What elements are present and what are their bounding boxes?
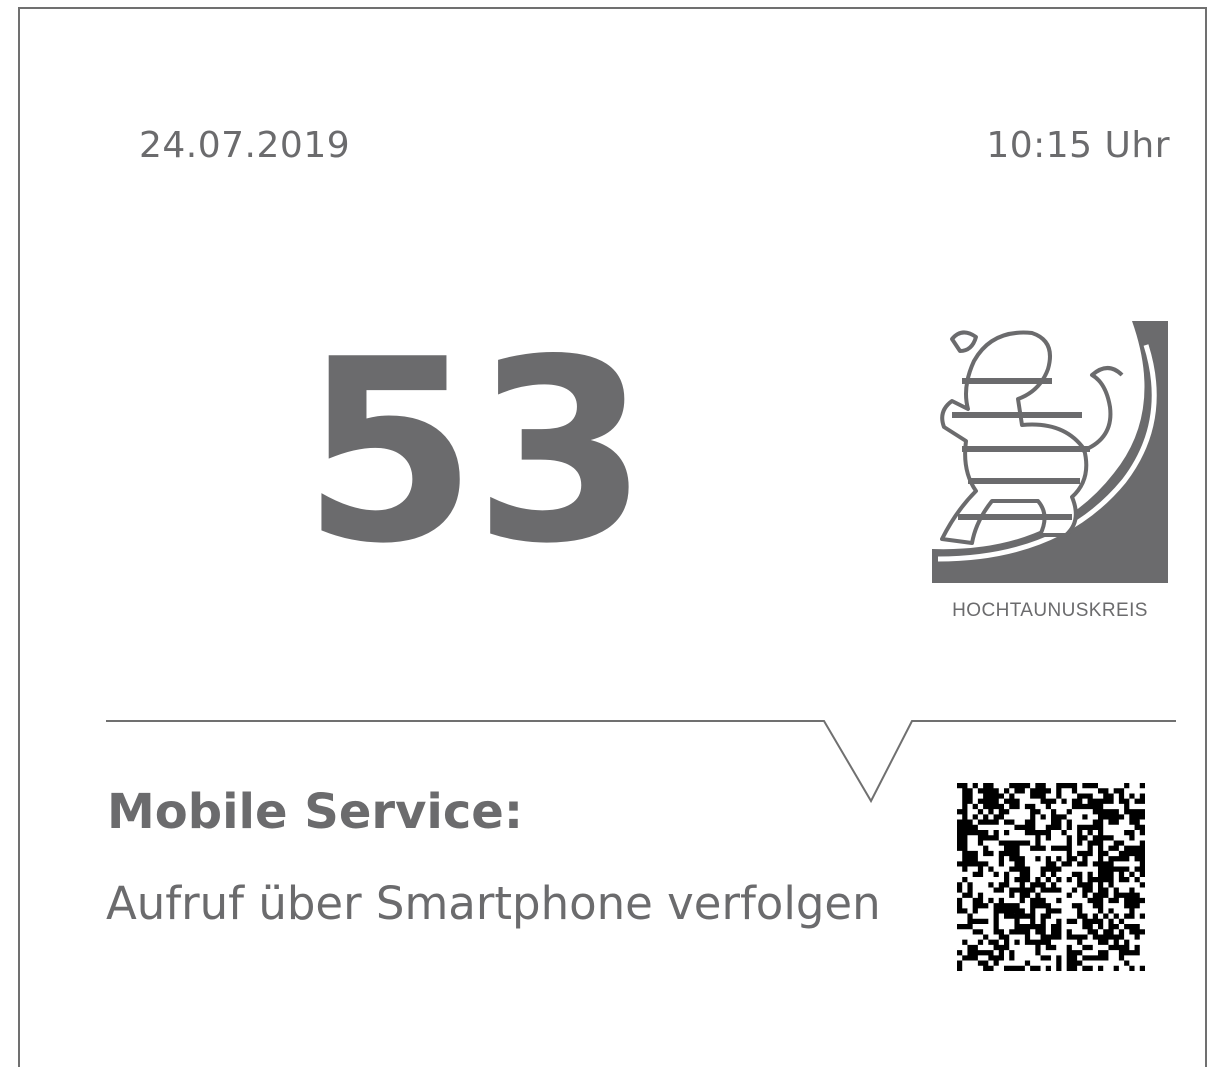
ticket-date: 24.07.2019 <box>139 125 351 166</box>
qr-code-icon[interactable] <box>957 783 1145 971</box>
logo-caption: HOCHTAUNUSKREIS <box>952 600 1148 621</box>
ticket-card: 24.07.2019 10:15 Uhr 53 HOCHTAUNUSKREIS … <box>18 7 1207 1067</box>
ticket-number: 53 <box>302 306 649 599</box>
ticket-time: 10:15 Uhr <box>986 125 1170 166</box>
mobile-service-title: Mobile Service: <box>107 784 524 840</box>
coat-of-arms-icon <box>932 321 1168 583</box>
mobile-service-description: Aufruf über Smartphone verfolgen <box>106 877 881 930</box>
